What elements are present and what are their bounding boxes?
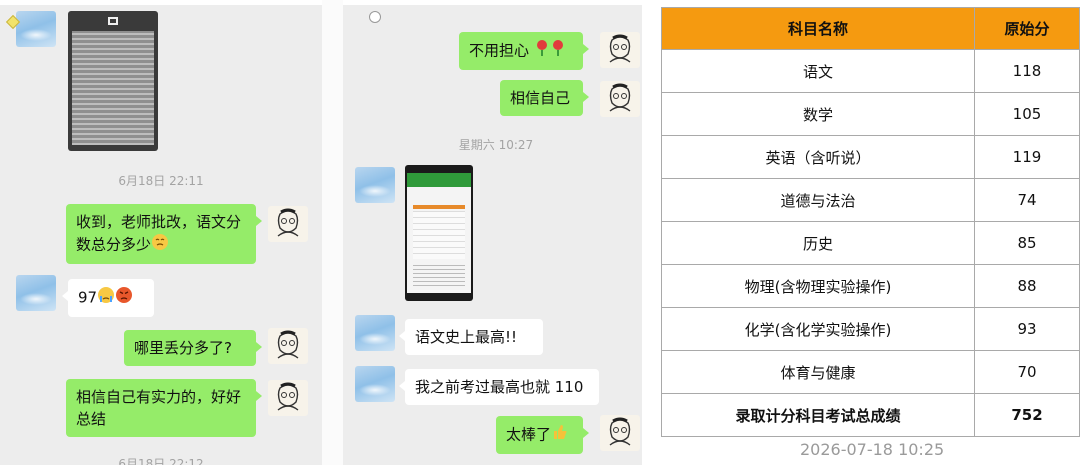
contact-avatar[interactable] (355, 167, 395, 203)
score-cell: 93 (974, 307, 1080, 351)
table-row: 化学(含化学实验操作) 93 (661, 307, 1080, 351)
message-text: 不用担心 (469, 41, 530, 60)
table-row: 数学 105 (661, 92, 1080, 136)
table-row: 物理(含物理实验操作) 88 (661, 264, 1080, 308)
column-header-subject: 科目名称 (661, 7, 975, 50)
message-bubble-sent[interactable]: 相信自己有实力的，好好总结 (66, 379, 262, 437)
screenshot-datetime: 2026-07-18 10:25 (800, 440, 945, 459)
my-avatar[interactable] (268, 206, 308, 242)
thumbs-up-emoji-icon (551, 423, 569, 447)
chat-timestamp: 6月18日 22:11 (118, 174, 204, 188)
message-bubble-sent[interactable]: 相信自己 (500, 80, 589, 116)
total-row: 录取计分科目考试总成绩 752 (661, 393, 1080, 437)
rose-emoji-icon (550, 39, 566, 63)
message-text: 相信自己有实力的，好好总结 (76, 388, 242, 428)
message-bubble-received[interactable]: 我之前考过最高也就 110 (399, 369, 599, 405)
table-row: 语文 118 (661, 49, 1080, 93)
rose-emoji-icon (534, 39, 550, 63)
panel-divider (322, 0, 343, 465)
subject-cell: 英语（含听说） (661, 135, 975, 179)
subject-cell: 语文 (661, 49, 975, 93)
column-header-score: 原始分 (974, 7, 1080, 50)
table-row: 道德与法治 74 (661, 178, 1080, 222)
score-cell: 118 (974, 49, 1080, 93)
message-text: 太棒了 (506, 425, 552, 444)
score-table: 科目名称 原始分 语文 118 数学 105 英语（含听说） 119 道德与法治 74 … (661, 7, 1080, 437)
contact-avatar[interactable] (355, 366, 395, 402)
message-bubble-sent[interactable]: 不用担心 (459, 32, 589, 70)
contact-avatar[interactable] (16, 275, 56, 311)
contact-avatar[interactable] (355, 315, 395, 351)
subject-cell: 体育与健康 (661, 350, 975, 394)
subject-cell: 历史 (661, 221, 975, 265)
crying-face-emoji-icon (97, 286, 115, 310)
crying-face-emoji-icon (151, 233, 169, 257)
score-cell: 70 (974, 350, 1080, 394)
chat-timestamp-cut: 6月18日 22:12 (118, 457, 204, 465)
my-avatar[interactable] (600, 415, 640, 451)
chat-panel-right[interactable]: 不用担心 相信自己 星期六 10:27 语文史上最高!! 我之前考过最高也就 1… (343, 5, 642, 465)
score-screenshot-image[interactable] (405, 165, 473, 301)
subject-cell: 道德与法治 (661, 178, 975, 222)
total-label-cell: 录取计分科目考试总成绩 (661, 393, 975, 437)
score-cell: 85 (974, 221, 1080, 265)
my-avatar[interactable] (600, 81, 640, 117)
message-text: 相信自己 (510, 89, 571, 107)
contact-avatar[interactable] (16, 11, 56, 47)
total-score-cell: 752 (974, 393, 1080, 437)
my-avatar[interactable] (268, 380, 308, 416)
message-bubble-sent[interactable]: 太棒了 (496, 416, 589, 454)
message-bubble-received[interactable]: 97 (62, 279, 154, 317)
score-cell: 88 (974, 264, 1080, 308)
table-row: 英语（含听说） 119 (661, 135, 1080, 179)
subject-cell: 数学 (661, 92, 975, 136)
table-row: 体育与健康 70 (661, 350, 1080, 394)
table-row: 历史 85 (661, 221, 1080, 265)
subject-cell: 化学(含化学实验操作) (661, 307, 975, 351)
message-text: 97 (78, 288, 98, 307)
table-header-row: 科目名称 原始分 (661, 7, 1080, 50)
message-text: 我之前考过最高也就 110 (415, 378, 584, 396)
score-cell: 105 (974, 92, 1080, 136)
message-bubble-received[interactable]: 语文史上最高!! (399, 319, 543, 355)
score-cell: 74 (974, 178, 1080, 222)
my-avatar[interactable] (600, 32, 640, 68)
essay-photo[interactable] (68, 11, 158, 151)
message-bubble-sent[interactable]: 收到，老师批改，语文分数总分多少 (66, 204, 262, 264)
chat-timestamp: 星期六 10:27 (458, 138, 534, 152)
chat-panel-left[interactable]: 6月18日 22:11 收到，老师批改，语文分数总分多少 97 哪里丢分多了? … (0, 5, 322, 465)
subject-cell: 物理(含物理实验操作) (661, 264, 975, 308)
my-avatar[interactable] (268, 328, 308, 364)
score-cell: 119 (974, 135, 1080, 179)
message-text: 语文史上最高!! (415, 328, 518, 346)
message-text: 哪里丢分多了? (134, 339, 232, 357)
angry-face-emoji-icon (115, 286, 133, 310)
message-bubble-sent[interactable]: 哪里丢分多了? (124, 330, 262, 366)
scroll-handle-icon[interactable] (369, 11, 381, 23)
